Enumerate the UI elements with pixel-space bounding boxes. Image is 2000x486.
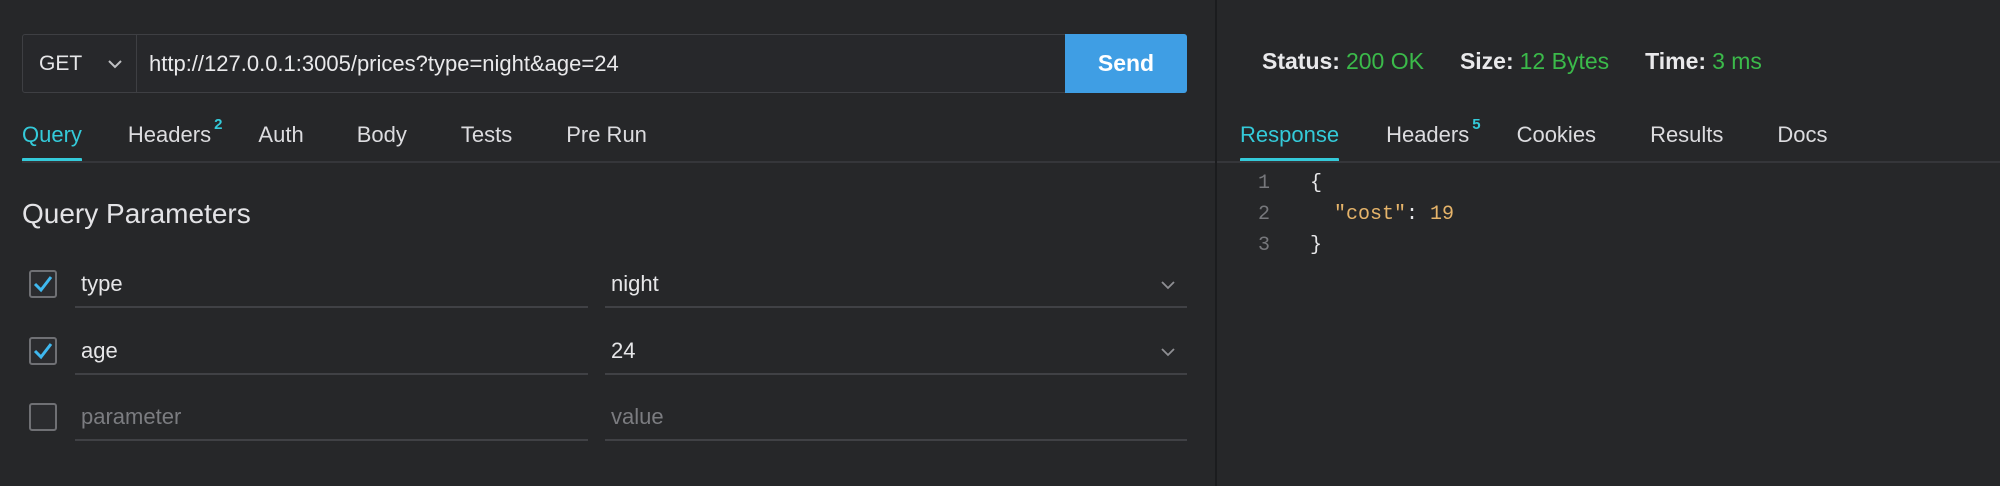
param-value-placeholder: value (611, 404, 664, 429)
url-input[interactable] (137, 35, 1065, 92)
time-label: Time: (1645, 48, 1707, 74)
param-value: 24 (611, 338, 636, 363)
chevron-down-icon[interactable] (1159, 276, 1177, 294)
tab-label: Pre Run (566, 122, 647, 147)
tab-label: Body (356, 122, 407, 147)
response-body-viewer[interactable]: 1 { 2 "cost": 19 3 } (1240, 168, 1980, 261)
chevron-down-icon (108, 59, 122, 68)
method-label: GET (39, 51, 83, 75)
param-enabled-checkbox[interactable] (29, 337, 57, 365)
json-key: "cost" (1334, 203, 1407, 226)
new-param-row: parameter value (22, 395, 1187, 443)
param-value-field[interactable]: night (605, 262, 1187, 308)
request-bar: GET Send (22, 34, 1187, 93)
tab-label: Headers (127, 122, 212, 147)
line-number: 1 (1257, 172, 1270, 195)
param-key: age (81, 338, 118, 363)
query-param-row: type night (22, 262, 1187, 310)
checkmark-icon (33, 343, 53, 360)
param-key-field[interactable]: parameter (75, 395, 588, 441)
param-key: type (81, 271, 123, 296)
tab-response[interactable]: Response (1240, 110, 1340, 162)
json-brace: { (1310, 172, 1323, 195)
code-line: 1 { (1240, 168, 1980, 199)
query-parameters-title: Query Parameters (22, 198, 251, 229)
param-value-field[interactable]: value (605, 395, 1187, 441)
tab-label: Tests (460, 122, 513, 147)
tab-label: Headers (1386, 122, 1470, 147)
tab-results[interactable]: Results (1650, 110, 1723, 162)
param-key-field[interactable]: age (75, 329, 588, 375)
checkmark-icon (33, 276, 53, 293)
tab-label: Cookies (1516, 122, 1597, 147)
json-separator: : (1406, 203, 1431, 226)
tab-cookies[interactable]: Cookies (1517, 110, 1596, 162)
size-info: Size: 12 Bytes (1460, 48, 1609, 75)
headers-count-badge: 5 (1472, 116, 1481, 133)
time-value: 3 ms (1712, 48, 1762, 74)
code-line: 3 } (1240, 230, 1980, 261)
chevron-down-icon[interactable] (1159, 343, 1177, 361)
param-key-placeholder: parameter (81, 404, 182, 429)
status-label: Status: (1262, 48, 1340, 74)
tab-auth[interactable]: Auth (258, 110, 303, 162)
response-status-bar: Status: 200 OK Size: 12 Bytes Time: 3 ms (1262, 48, 1798, 75)
query-param-row: age 24 (22, 329, 1187, 377)
json-value: 19 (1430, 203, 1455, 226)
json-brace: } (1310, 234, 1323, 257)
tab-label: Docs (1777, 122, 1828, 147)
status-info: Status: 200 OK (1262, 48, 1424, 75)
send-button[interactable]: Send (1065, 34, 1187, 93)
line-number: 2 (1257, 203, 1270, 226)
tab-label: Results (1650, 122, 1724, 147)
param-key-field[interactable]: type (75, 262, 588, 308)
response-tabs: Response Headers 5 Cookies Results Docs (1240, 110, 2000, 162)
json-entry: "cost": 19 (1288, 203, 1454, 226)
code-line: 2 "cost": 19 (1240, 199, 1980, 230)
request-tabs: Query Headers 2 Auth Body Tests Pre Run (22, 110, 1215, 162)
param-enabled-checkbox[interactable] (29, 403, 57, 431)
size-value: 12 Bytes (1519, 48, 1610, 74)
headers-count-badge: 2 (214, 116, 223, 133)
param-value: night (611, 271, 659, 296)
size-label: Size: (1459, 48, 1514, 74)
time-info: Time: 3 ms (1645, 48, 1762, 75)
tab-label: Auth (258, 122, 304, 147)
tab-docs[interactable]: Docs (1777, 110, 1827, 162)
param-enabled-checkbox[interactable] (29, 270, 57, 298)
tab-headers[interactable]: Headers 2 (128, 110, 223, 162)
tab-pre-run[interactable]: Pre Run (566, 110, 647, 162)
tab-label: Query (22, 122, 82, 147)
tab-query[interactable]: Query (22, 110, 82, 162)
param-value-field[interactable]: 24 (605, 329, 1187, 375)
tab-body[interactable]: Body (357, 110, 407, 162)
tab-response-headers[interactable]: Headers 5 (1386, 110, 1481, 162)
tab-tests[interactable]: Tests (461, 110, 512, 162)
request-pane: GET Send Query Headers 2 Auth Body (0, 0, 1215, 486)
app-window: GET Send Query Headers 2 Auth Body (0, 0, 2000, 486)
line-number: 3 (1257, 234, 1270, 257)
tab-label: Response (1240, 122, 1340, 147)
status-value: 200 OK (1345, 48, 1424, 74)
method-select[interactable]: GET (23, 35, 137, 92)
response-tabs-divider (1217, 161, 2000, 163)
pane-divider[interactable] (1215, 0, 1217, 486)
request-tabs-divider (22, 161, 1215, 163)
